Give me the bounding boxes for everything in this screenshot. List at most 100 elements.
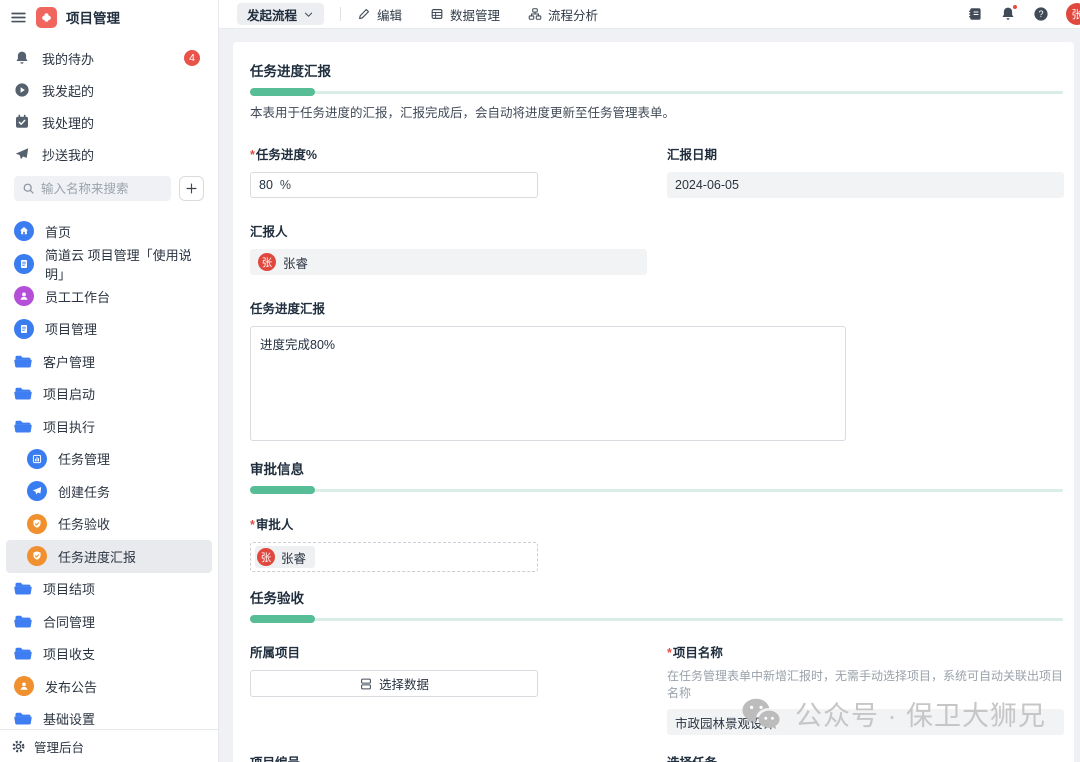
approval-section-title: 审批信息 [250, 458, 1063, 478]
sidebar-item-customer-management[interactable]: 客户管理 [6, 345, 212, 378]
data-management-label: 数据管理 [450, 5, 500, 24]
task-progress-input[interactable]: 80 % [250, 172, 538, 198]
approver-picker[interactable]: 张 张睿 [250, 542, 538, 572]
section-divider [250, 88, 1063, 96]
sidebar-item-label: 项目启动 [43, 384, 95, 403]
todo-count-badge: 4 [184, 50, 200, 66]
sidebar-item-label: 抄送我的 [42, 145, 94, 164]
reporter-field: 张 张睿 [250, 249, 647, 275]
folder-icon [14, 386, 32, 401]
sidebar-item-task-management[interactable]: 任务管理 [6, 443, 212, 476]
field-select-task: 选择任务 选择数据 [667, 752, 1064, 762]
sidebar-item-basic-settings[interactable]: 基础设置 [6, 703, 212, 730]
sidebar-item-project-finance[interactable]: 项目收支 [6, 638, 212, 671]
sidebar-item-label: 项目结项 [43, 579, 95, 598]
field-approver: *审批人 张 张睿 [250, 514, 1063, 572]
data-management-button[interactable]: 数据管理 [430, 5, 500, 24]
folder-icon [14, 614, 32, 629]
folder-icon [14, 581, 32, 596]
sidebar-item-home[interactable]: 首页 [6, 215, 212, 248]
sidebar-item-my-todo[interactable]: 我的待办 4 [0, 42, 218, 74]
play-circle-icon [14, 82, 30, 98]
sidebar-item-label: 简道云 项目管理「使用说明」 [45, 245, 204, 283]
sidebar-item-label: 任务管理 [58, 449, 110, 468]
select-task-label: 选择任务 [667, 752, 1064, 762]
form-title: 任务进度汇报 [250, 60, 1063, 80]
start-flow-button[interactable]: 发起流程 [237, 3, 324, 25]
sidebar-item-label: 项目收支 [43, 644, 95, 663]
folder-icon [14, 711, 32, 726]
project-label: 所属项目 [250, 642, 647, 661]
sidebar-header: 项目管理 [0, 2, 218, 32]
edit-button[interactable]: 编辑 [357, 5, 402, 24]
reporter-avatar: 张 [258, 253, 276, 271]
sidebar-item-publish-announcement[interactable]: 发布公告 [6, 670, 212, 703]
search-box[interactable] [14, 176, 171, 201]
announcer-icon [14, 676, 34, 696]
field-project: 所属项目 选择数据 [250, 642, 647, 735]
app-title: 项目管理 [66, 7, 120, 27]
sidebar-item-label: 任务进度汇报 [58, 547, 136, 566]
gear-icon [11, 739, 26, 754]
search-input[interactable] [41, 182, 163, 196]
sidebar-item-label: 基础设置 [43, 709, 95, 728]
field-project-name: *项目名称 在任务管理表单中新增汇报时，无需手动选择项目，系统可自动关联出项目名… [667, 642, 1064, 735]
task-progress-value: 80 [259, 178, 273, 192]
section-divider [250, 486, 1063, 494]
sidebar-item-create-task[interactable]: 创建任务 [6, 475, 212, 508]
form-card: 任务进度汇报 本表用于任务进度的汇报，汇报完成后，会自动将进度更新至任务管理表单… [233, 42, 1074, 762]
sidebar-item-label: 发布公告 [45, 677, 97, 696]
top-toolbar: 发起流程 编辑 数据管理 流程分析 ? 张 [219, 0, 1080, 29]
document-icon [14, 254, 34, 274]
flow-analysis-label: 流程分析 [548, 5, 598, 24]
section-divider [250, 615, 1063, 623]
hamburger-menu-icon[interactable] [10, 9, 27, 26]
report-date-label: 汇报日期 [667, 144, 1064, 163]
sidebar-item-project-kickoff[interactable]: 项目启动 [6, 378, 212, 411]
sidebar-item-task-progress-report[interactable]: 任务进度汇报 [6, 540, 212, 573]
admin-console-link[interactable]: 管理后台 [0, 729, 218, 762]
field-task-progress: *任务进度% 80 % [250, 144, 647, 198]
notification-dot [1012, 4, 1018, 10]
add-app-button[interactable] [179, 176, 204, 201]
sidebar-item-project-execution[interactable]: 项目执行 [6, 410, 212, 443]
field-reporter: 汇报人 张 张睿 [250, 221, 1063, 275]
field-project-code: 项目编号 XM20240605005 [250, 752, 647, 762]
form-description: 本表用于任务进度的汇报，汇报完成后，会自动将进度更新至任务管理表单。 [250, 102, 1063, 121]
sidebar-item-my-processed[interactable]: 我处理的 [0, 106, 218, 138]
paper-plane-icon [14, 146, 30, 162]
sidebar-item-contract-management[interactable]: 合同管理 [6, 605, 212, 638]
content-area: 任务进度汇报 本表用于任务进度的汇报，汇报完成后，会自动将进度更新至任务管理表单… [219, 29, 1080, 762]
progress-note-label: 任务进度汇报 [250, 298, 1063, 317]
user-avatar[interactable]: 张 [1066, 3, 1080, 25]
project-name-hint: 在任务管理表单中新增汇报时，无需手动选择项目，系统可自动关联出项目名称 [667, 667, 1064, 701]
sidebar-item-label: 我的待办 [42, 49, 94, 68]
project-code-label: 项目编号 [250, 752, 647, 762]
sidebar-item-label: 我处理的 [42, 113, 94, 132]
field-progress-note: 任务进度汇报 进度完成80% [250, 298, 1063, 441]
toolbar-right-icons: ? 张 [967, 3, 1080, 25]
notification-bell-icon[interactable] [1000, 6, 1016, 22]
sidebar-item-my-initiated[interactable]: 我发起的 [0, 74, 218, 106]
flow-analysis-button[interactable]: 流程分析 [528, 5, 598, 24]
sidebar-item-task-acceptance[interactable]: 任务验收 [6, 508, 212, 541]
report-date-field: 2024-06-05 [667, 172, 1064, 198]
project-select-button[interactable]: 选择数据 [250, 670, 538, 697]
required-asterisk: * [250, 148, 255, 162]
sidebar-item-project-closing[interactable]: 项目结项 [6, 573, 212, 606]
help-icon[interactable]: ? [1033, 6, 1049, 22]
folder-icon [14, 354, 32, 369]
sidebar-item-staff-workbench[interactable]: 员工工作台 [6, 280, 212, 313]
sidebar-item-cc-to-me[interactable]: 抄送我的 [0, 138, 218, 170]
contacts-book-icon[interactable] [967, 6, 983, 22]
approver-label: 审批人 [256, 518, 294, 532]
progress-note-textarea[interactable]: 进度完成80% [250, 326, 846, 441]
sidebar-item-project-management[interactable]: 项目管理 [6, 313, 212, 346]
sidebar: 项目管理 我的待办 4 我发起的 我处理的 抄送我的 [0, 0, 219, 762]
sidebar-item-label: 客户管理 [43, 352, 95, 371]
shield-check-icon [27, 514, 47, 534]
sidebar-item-usage-guide[interactable]: 简道云 项目管理「使用说明」 [6, 248, 212, 281]
select-data-icon [359, 677, 373, 691]
approver-chip: 张 张睿 [255, 546, 315, 568]
org-chart-icon [528, 7, 542, 21]
